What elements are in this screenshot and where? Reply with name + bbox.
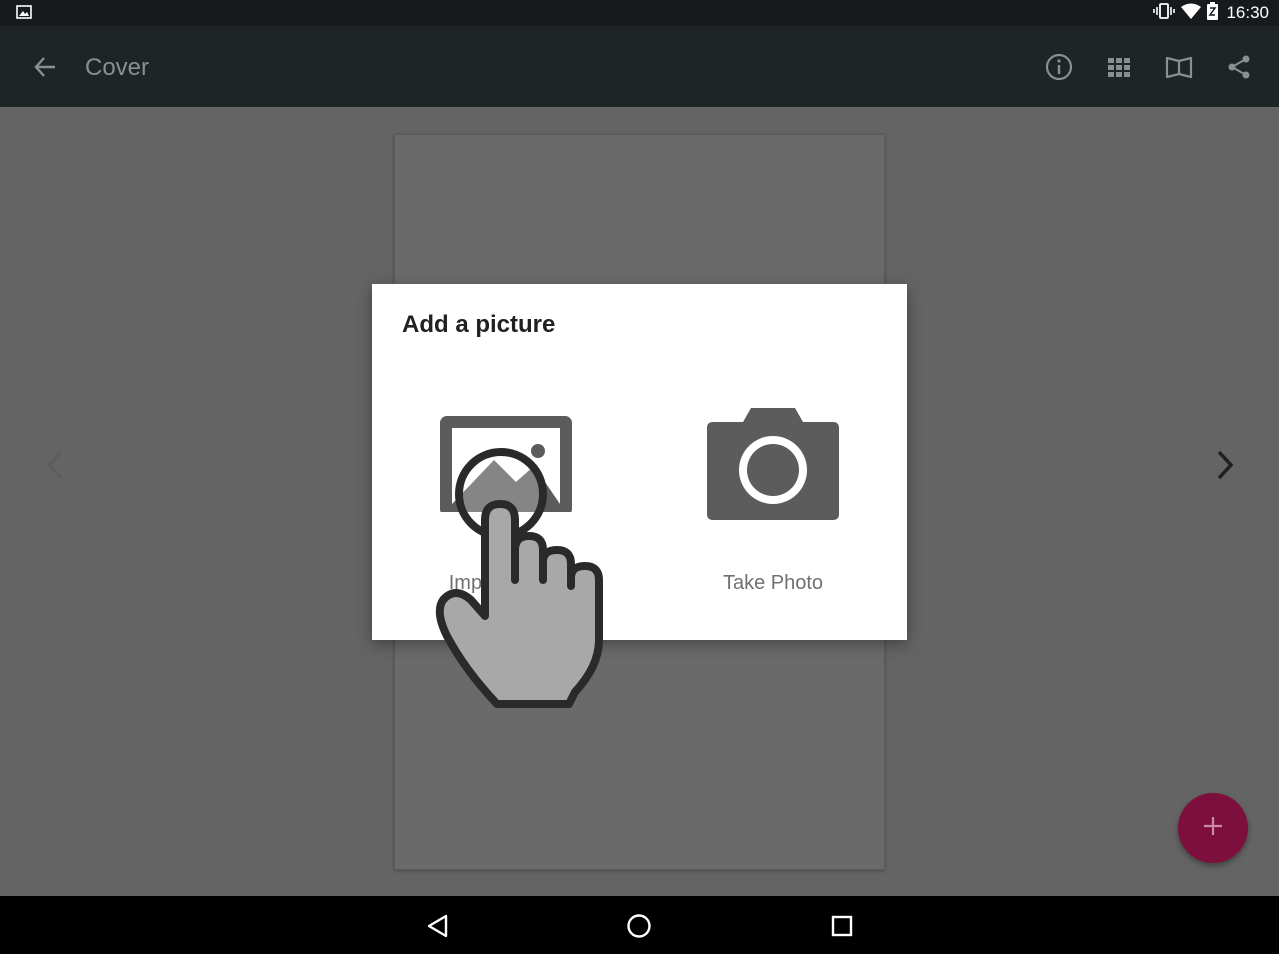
info-icon[interactable] (1040, 48, 1078, 86)
share-icon[interactable] (1220, 48, 1258, 86)
image-icon (406, 402, 606, 527)
back-arrow-icon[interactable] (26, 48, 64, 86)
app-toolbar: Cover (0, 26, 1279, 107)
back-triangle-icon[interactable] (418, 906, 458, 946)
picture-icon (16, 4, 32, 25)
vibrate-icon (1153, 2, 1176, 25)
chevron-left-icon[interactable] (35, 445, 75, 485)
chevron-right-icon[interactable] (1205, 445, 1245, 485)
home-circle-icon[interactable] (619, 906, 659, 946)
system-navigation-bar (0, 896, 1279, 954)
take-photo-label: Take Photo (722, 572, 824, 594)
take-photo-option[interactable]: Take Photo (673, 402, 873, 602)
page-title: Cover (85, 54, 150, 81)
book-icon[interactable] (1160, 48, 1198, 86)
dialog-title: Add a picture (402, 311, 556, 338)
status-icons: 16:30 (1153, 0, 1269, 26)
add-page-button[interactable] (1178, 793, 1248, 863)
status-bar: 16:30 (0, 0, 1279, 26)
camera-icon (673, 402, 873, 527)
wifi-icon (1181, 3, 1202, 24)
clock: 16:30 (1226, 3, 1269, 22)
grid-icon[interactable] (1100, 48, 1138, 86)
plus-icon (1202, 815, 1224, 842)
add-picture-dialog: Add a picture Import Photo Take Photo (372, 284, 907, 640)
import-photo-label: Import Photo (448, 572, 564, 594)
battery-icon (1207, 1, 1219, 25)
recents-square-icon[interactable] (822, 906, 862, 946)
import-photo-option[interactable]: Import Photo (406, 402, 606, 602)
